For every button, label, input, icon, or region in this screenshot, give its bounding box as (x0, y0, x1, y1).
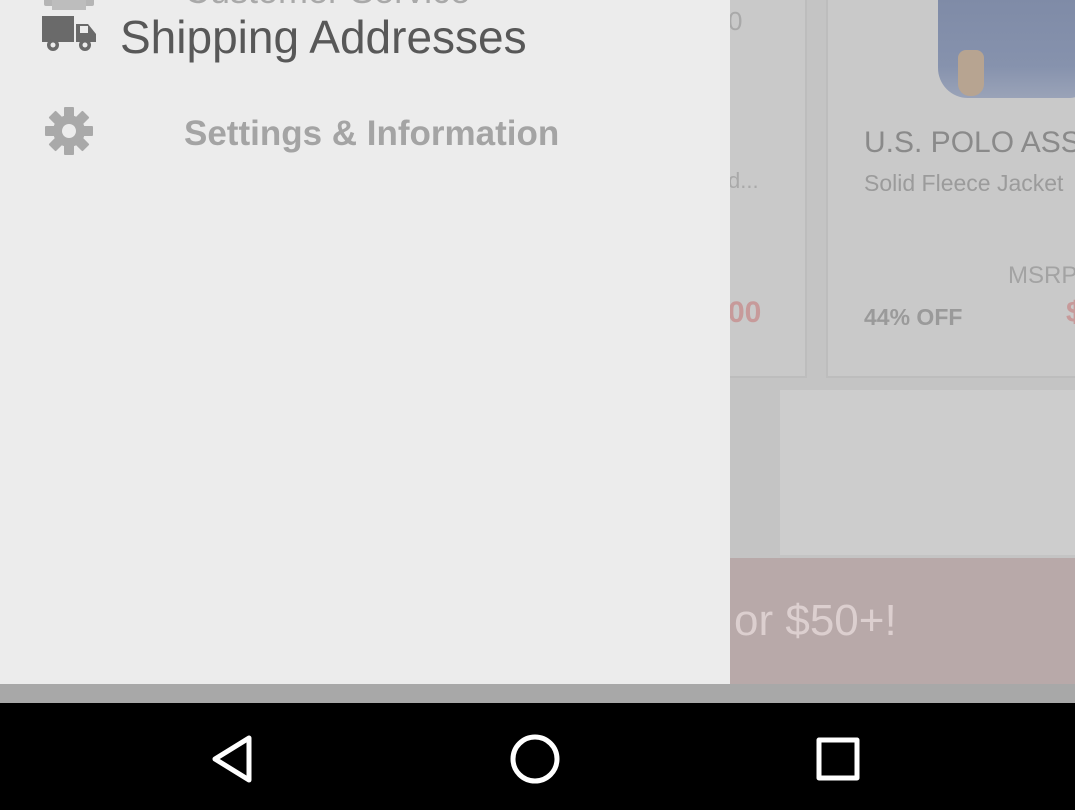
drawer-item-label: Shipping Addresses (120, 11, 527, 63)
system-navigation-bar (0, 703, 1075, 810)
nav-home-button[interactable] (495, 719, 575, 799)
product-card-row-2 (780, 390, 1075, 555)
product-price-fragment: $ (1066, 296, 1075, 329)
product-subtitle: Solid Fleece Jacket (864, 170, 1064, 196)
navigation-drawer: Customer Service Shipping Addresses (0, 0, 730, 684)
product-image (938, 0, 1075, 98)
back-triangle-icon (212, 735, 252, 783)
gear-icon (45, 107, 93, 155)
home-circle-icon (510, 734, 560, 784)
nav-recents-button[interactable] (798, 719, 878, 799)
drawer-item-label: Settings & Information (184, 114, 560, 153)
product-left-price-fragment: 00 (728, 296, 762, 329)
nav-back-button[interactable] (192, 719, 272, 799)
product-left-top-fragment: 0 (728, 6, 743, 36)
drawer-item-settings[interactable]: Settings & Information (0, 100, 730, 164)
recents-square-icon (816, 737, 860, 781)
product-brand: U.S. POLO ASS (864, 126, 1075, 159)
product-card-right: U.S. POLO ASS Solid Fleece Jacket MSRP 4… (826, 0, 1075, 378)
promo-banner-text: or $50+! (734, 596, 897, 645)
truck-icon (42, 16, 96, 51)
product-discount: 44% OFF (864, 304, 963, 330)
drawer-item-shipping-addresses[interactable]: Shipping Addresses (0, 0, 730, 70)
product-msrp-label: MSRP (1008, 262, 1075, 289)
drawer-bottom-strip (0, 684, 1075, 703)
product-left-title-fragment: d... (728, 168, 759, 193)
